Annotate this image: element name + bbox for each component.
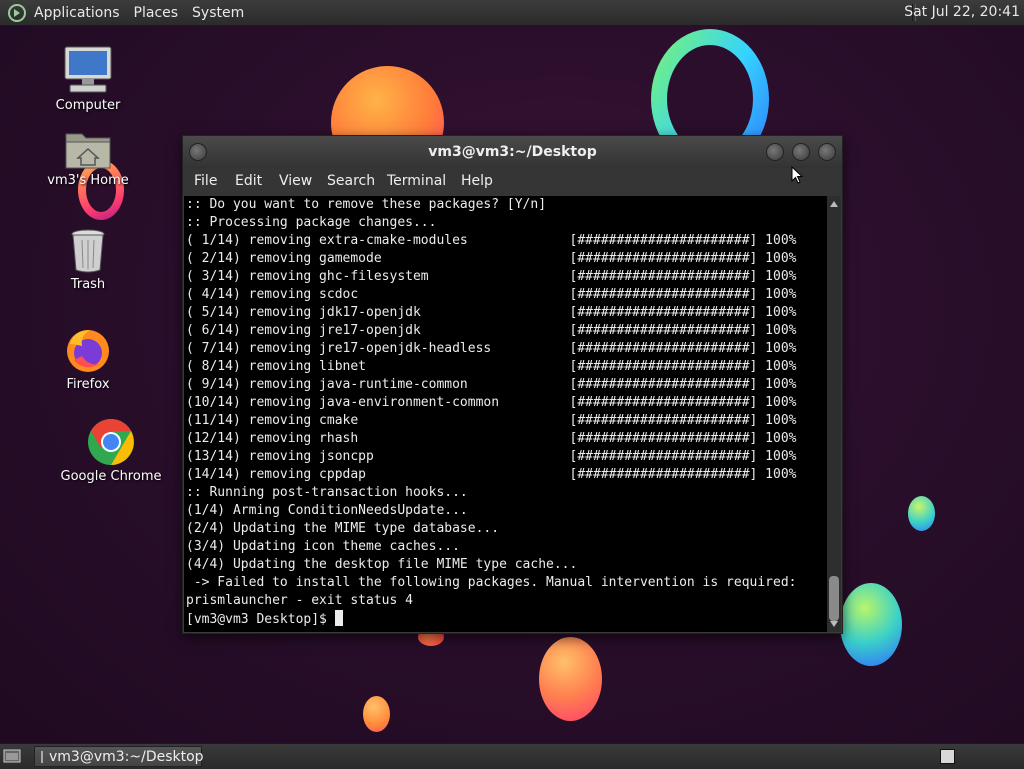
- menu-edit[interactable]: Edit: [235, 173, 262, 189]
- desktop-icon-home[interactable]: vm3's Home: [44, 128, 132, 188]
- distro-logo-icon[interactable]: [6, 2, 28, 24]
- workspace-switcher[interactable]: [940, 749, 955, 764]
- mouse-pointer-icon: [791, 166, 803, 184]
- taskbar-item-label: vm3@vm3:~/Desktop: [49, 748, 204, 765]
- menu-terminal[interactable]: Terminal: [387, 173, 446, 189]
- desktop-icon-label: Computer: [55, 98, 121, 113]
- desktop-icon-label: vm3's Home: [47, 173, 129, 188]
- terminal-line: (13/14) removing jsoncpp [##############…: [186, 449, 797, 464]
- window-title: vm3@vm3:~/Desktop: [428, 144, 597, 160]
- menu-view[interactable]: View: [279, 173, 312, 189]
- scroll-down-arrow-icon[interactable]: [830, 621, 838, 627]
- desktop-icon-firefox[interactable]: Firefox: [52, 326, 124, 392]
- top-panel: Applications Places System Sat Jul 22, 2…: [0, 0, 1024, 26]
- window-titlebar[interactable]: vm3@vm3:~/Desktop: [183, 136, 842, 168]
- terminal-line: (2/4) Updating the MIME type database...: [186, 521, 500, 536]
- taskbar-item-terminal[interactable]: vm3@vm3:~/Desktop: [34, 746, 204, 767]
- show-desktop-icon[interactable]: [3, 748, 21, 764]
- firefox-icon: [67, 330, 109, 372]
- bottom-panel: vm3@vm3:~/Desktop: [0, 743, 1024, 769]
- terminal-line: ( 7/14) removing jre17-openjdk-headless …: [186, 341, 797, 356]
- terminal-line: :: Do you want to remove these packages?…: [186, 197, 547, 212]
- scroll-up-arrow-icon[interactable]: [830, 201, 838, 207]
- terminal-output[interactable]: :: Do you want to remove these packages?…: [184, 196, 827, 632]
- terminal-line: prismlauncher - exit status 4: [186, 593, 413, 608]
- terminal-line: (1/4) Arming ConditionNeedsUpdate...: [186, 503, 468, 518]
- terminal-icon: [41, 750, 43, 763]
- chrome-icon: [88, 419, 134, 465]
- places-menu[interactable]: Places: [134, 5, 179, 21]
- desktop-icon-label: Trash: [70, 277, 106, 292]
- trash-icon: [71, 229, 105, 273]
- menu-file[interactable]: File: [194, 173, 217, 189]
- terminal-window[interactable]: vm3@vm3:~/Desktop File Edit View Search …: [182, 135, 843, 634]
- wallpaper-orange-orb-bottom: [539, 637, 602, 721]
- terminal-line: ( 8/14) removing libnet [###############…: [186, 359, 797, 374]
- desktop-icon-label: Google Chrome: [60, 469, 162, 484]
- terminal-line: ( 4/14) removing scdoc [################…: [186, 287, 797, 302]
- terminal-line: ( 9/14) removing java-runtime-common [##…: [186, 377, 797, 392]
- system-menu[interactable]: System: [192, 5, 244, 21]
- terminal-scrollbar[interactable]: [827, 196, 841, 632]
- desktop-icon-label: Firefox: [66, 377, 110, 392]
- computer-icon: [64, 46, 112, 93]
- terminal-line: ( 3/14) removing ghc-filesystem [#######…: [186, 269, 797, 284]
- wallpaper-orange-orb-small: [363, 696, 390, 732]
- terminal-line: :: Processing package changes...: [186, 215, 437, 230]
- terminal-line: ( 5/14) removing jdk17-openjdk [########…: [186, 305, 797, 320]
- terminal-menubar: File Edit View Search Terminal Help: [183, 168, 842, 196]
- menu-help[interactable]: Help: [461, 173, 493, 189]
- maximize-button[interactable]: [792, 143, 810, 161]
- terminal-line: (11/14) removing cmake [################…: [186, 413, 797, 428]
- terminal-line: (4/4) Updating the desktop file MIME typ…: [186, 557, 578, 572]
- terminal-line: :: Running post-transaction hooks...: [186, 485, 468, 500]
- wallpaper-teal-orb: [840, 583, 902, 666]
- applications-menu[interactable]: Applications: [34, 5, 120, 21]
- minimize-button[interactable]: [766, 143, 784, 161]
- terminal-line: -> Failed to install the following packa…: [186, 575, 797, 590]
- clock[interactable]: Sat Jul 22, 20:41: [904, 4, 1020, 20]
- terminal-line: (14/14) removing cppdap [###############…: [186, 467, 797, 482]
- terminal-line: ( 6/14) removing jre17-openjdk [########…: [186, 323, 797, 338]
- wallpaper-teal-orb-small: [908, 496, 935, 531]
- home-folder-icon: [65, 133, 111, 169]
- terminal-line: (3/4) Updating icon theme caches...: [186, 539, 460, 554]
- scrollbar-thumb[interactable]: [829, 576, 839, 621]
- terminal-line: (12/14) removing rhash [################…: [186, 431, 797, 446]
- desktop-icon-chrome[interactable]: Google Chrome: [56, 418, 166, 484]
- desktop-icon-trash[interactable]: Trash: [52, 228, 124, 292]
- terminal-prompt-line[interactable]: [vm3@vm3 Desktop]$: [184, 610, 827, 628]
- terminal-line: (10/14) removing java-environment-common…: [186, 395, 797, 410]
- terminal-line: ( 2/14) removing gamemode [#############…: [186, 251, 797, 266]
- terminal-prompt: [vm3@vm3 Desktop]$: [186, 612, 335, 627]
- terminal-cursor: [334, 610, 343, 626]
- close-button[interactable]: [818, 143, 836, 161]
- menu-search[interactable]: Search: [327, 173, 375, 189]
- terminal-line: ( 1/14) removing extra-cmake-modules [##…: [186, 233, 797, 248]
- desktop-icon-computer[interactable]: Computer: [52, 45, 124, 113]
